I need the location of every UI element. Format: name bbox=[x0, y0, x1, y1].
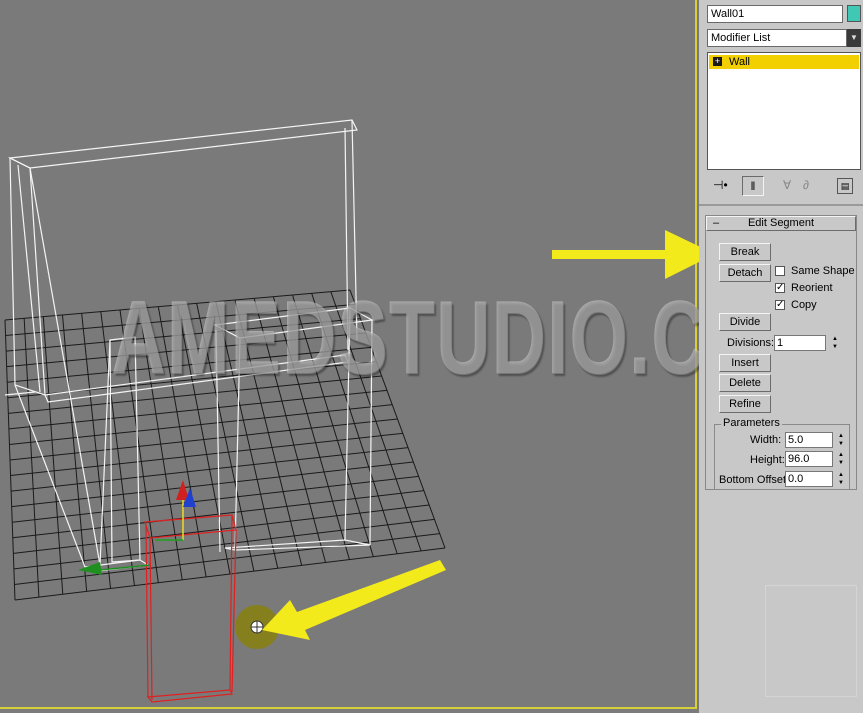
width-spinner[interactable]: ▲ ▼ bbox=[836, 432, 846, 448]
arrow-icon bbox=[262, 560, 446, 640]
perspective-viewport[interactable] bbox=[0, 0, 697, 709]
copy-label: Copy bbox=[791, 299, 817, 311]
grid-line bbox=[12, 490, 424, 539]
collapse-icon: – bbox=[713, 217, 720, 229]
bottom-offset-spinner[interactable]: ▲ ▼ bbox=[836, 471, 846, 487]
height-label: Height: bbox=[750, 454, 785, 466]
detach-button[interactable]: Detach bbox=[719, 264, 771, 282]
grid-line bbox=[13, 518, 435, 570]
bottom-offset-field[interactable]: 0.0 bbox=[785, 471, 833, 487]
grid-line bbox=[311, 293, 398, 554]
break-button[interactable]: Break bbox=[719, 243, 771, 261]
logo-placeholder bbox=[765, 585, 857, 697]
show-end-result-icon[interactable]: ‖ bbox=[742, 176, 764, 196]
width-label: Width: bbox=[750, 434, 782, 446]
bottom-offset-label: Bottom Offset: bbox=[719, 474, 790, 486]
refine-button[interactable]: Refine bbox=[719, 395, 771, 413]
grid-line bbox=[12, 475, 419, 523]
height-field[interactable]: 96.0 bbox=[785, 451, 833, 467]
chevron-down-icon[interactable]: ▼ bbox=[847, 29, 861, 47]
stack-item-wall[interactable]: + Wall bbox=[709, 55, 859, 69]
modifier-list-label: Modifier List bbox=[711, 32, 771, 44]
same-shape-label: Same Shape bbox=[791, 265, 855, 277]
divisions-spinner[interactable]: ▲ ▼ bbox=[830, 335, 840, 351]
expand-toggle[interactable]: + bbox=[713, 57, 722, 66]
object-color-swatch[interactable] bbox=[847, 5, 861, 22]
arrow-icon bbox=[552, 230, 715, 279]
remove-modifier-icon[interactable]: ∂ bbox=[803, 178, 809, 192]
divide-button[interactable]: Divide bbox=[719, 313, 771, 331]
divisions-label: Divisions: bbox=[727, 337, 775, 349]
insert-button[interactable]: Insert bbox=[719, 354, 771, 372]
divisions-field[interactable]: 1 bbox=[774, 335, 826, 351]
viewport-scene bbox=[4, 119, 446, 703]
command-panel: Wall01 Modifier List ▼ + Wall ⊣• ‖ ∀ ∂ ▤… bbox=[699, 0, 863, 713]
configure-modifier-sets-icon[interactable]: ▤ bbox=[837, 178, 853, 194]
parameters-group-label: Parameters bbox=[721, 417, 782, 429]
divider bbox=[699, 204, 863, 206]
copy-checkbox[interactable]: ✓ bbox=[775, 300, 785, 310]
delete-button[interactable]: Delete bbox=[719, 374, 771, 392]
modifier-stack[interactable]: + Wall bbox=[707, 52, 861, 170]
home-grid bbox=[4, 289, 446, 601]
grid-line bbox=[292, 294, 374, 557]
stack-item-label: Wall bbox=[729, 56, 750, 68]
reorient-label: Reorient bbox=[791, 282, 833, 294]
modifier-list-dropdown[interactable]: Modifier List bbox=[707, 29, 847, 47]
grid-line bbox=[14, 533, 440, 585]
grid-line bbox=[330, 291, 422, 552]
make-unique-icon[interactable]: ∀ bbox=[783, 178, 791, 192]
edit-segment-rollout-header[interactable]: – Edit Segment bbox=[706, 216, 856, 231]
reorient-checkbox[interactable]: ✓ bbox=[775, 283, 785, 293]
pin-stack-icon[interactable]: ⊣• bbox=[713, 178, 728, 192]
grid-line bbox=[13, 504, 430, 554]
object-name-field[interactable]: Wall01 bbox=[707, 5, 843, 23]
rollout-title: Edit Segment bbox=[747, 217, 815, 229]
width-field[interactable]: 5.0 bbox=[785, 432, 833, 448]
same-shape-checkbox[interactable] bbox=[775, 266, 785, 276]
grid-line bbox=[349, 289, 446, 549]
height-spinner[interactable]: ▲ ▼ bbox=[836, 451, 846, 467]
selected-segment bbox=[144, 514, 237, 703]
